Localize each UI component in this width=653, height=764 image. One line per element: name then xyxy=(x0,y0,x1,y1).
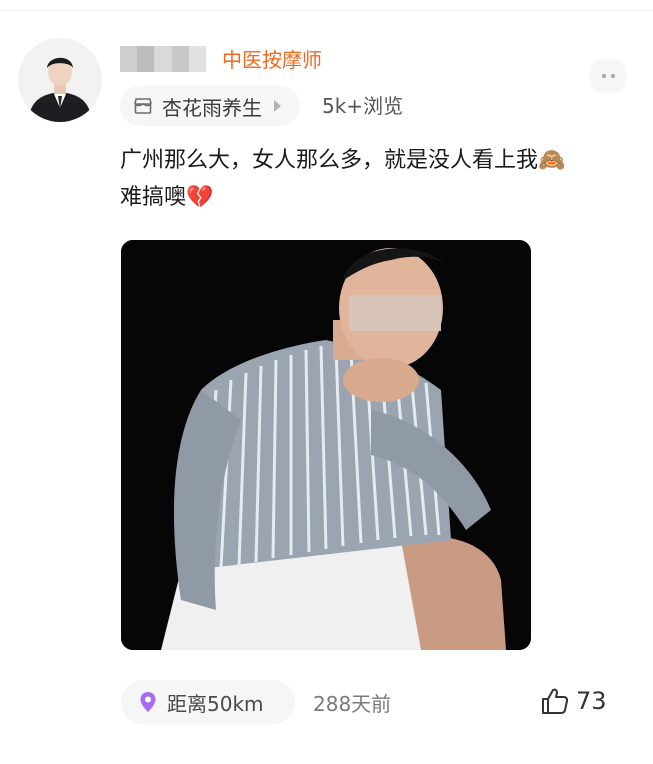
thumbs-up-icon xyxy=(542,688,569,714)
location-pin-icon xyxy=(140,692,156,712)
broken-heart-emoji: 💔 xyxy=(186,185,214,210)
see-no-evil-monkey-emoji: 🙈 xyxy=(538,148,566,173)
chevron-right-icon xyxy=(274,100,281,112)
post-image[interactable] xyxy=(121,240,531,650)
circle-icon xyxy=(134,98,152,114)
top-divider xyxy=(0,10,653,11)
view-count: 5k+浏览 xyxy=(322,94,404,118)
author-name-blurred[interactable] xyxy=(120,46,207,72)
avatar[interactable] xyxy=(18,38,102,122)
like-button[interactable]: 73 xyxy=(540,686,607,716)
post-text: 广州那么大，女人那么多，就是没人看上我🙈 难搞噢💔 xyxy=(120,142,640,216)
like-count: 73 xyxy=(576,687,607,715)
circle-tag[interactable]: 杏花雨养生 xyxy=(120,86,300,126)
more-button[interactable] xyxy=(590,60,626,92)
circle-name: 杏花雨养生 xyxy=(162,95,262,120)
post-line-2: 难搞噢 xyxy=(120,185,187,210)
more-icon xyxy=(601,74,606,78)
post-time: 288天前 xyxy=(313,692,392,716)
distance-text: 距离50km xyxy=(167,691,264,716)
location-tag[interactable]: 距离50km xyxy=(121,680,295,724)
author-role-tag: 中医按摩师 xyxy=(222,48,322,72)
post-line-1: 广州那么大，女人那么多，就是没人看上我 xyxy=(120,148,539,173)
